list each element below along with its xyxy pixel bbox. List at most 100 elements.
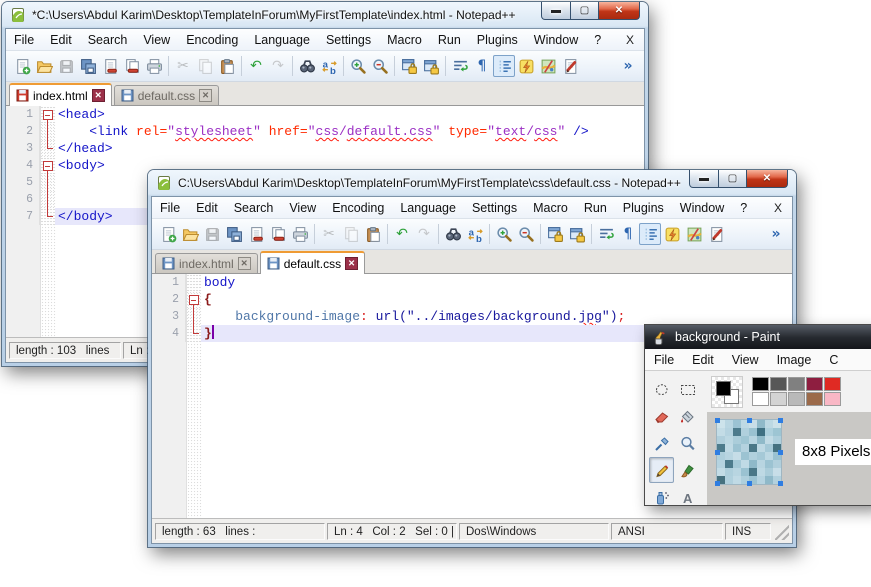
brush-tool[interactable] — [675, 457, 700, 483]
menu-item-run[interactable]: Run — [430, 31, 469, 49]
color-swatch[interactable] — [824, 377, 841, 391]
word-wrap-icon[interactable] — [595, 223, 617, 245]
menu-item-image[interactable]: Image — [768, 351, 821, 369]
paste-icon[interactable] — [216, 55, 238, 77]
code-text[interactable]: { — [201, 291, 792, 308]
freeform-select-tool[interactable] — [649, 376, 674, 402]
menu-item-search[interactable]: Search — [226, 199, 282, 217]
menu-item-edit[interactable]: Edit — [42, 31, 80, 49]
selection-handle[interactable] — [747, 418, 752, 423]
tab-close-icon[interactable]: ✕ — [238, 257, 251, 270]
color-swatch[interactable] — [824, 392, 841, 406]
minimize-button[interactable]: ▬ — [541, 2, 571, 20]
cut-icon[interactable]: ✂ — [318, 223, 340, 245]
more-tools-icon[interactable]: » — [765, 223, 787, 245]
rect-select-tool[interactable] — [675, 376, 700, 402]
menu-item-help[interactable]: ? — [586, 31, 609, 49]
color-swatch[interactable] — [752, 377, 769, 391]
minimize-button[interactable]: ▬ — [689, 170, 719, 188]
save-all-icon[interactable] — [223, 223, 245, 245]
menu-item-settings[interactable]: Settings — [464, 199, 525, 217]
code-text[interactable]: background-image: url("../images/backgro… — [201, 308, 792, 325]
document-close-icon[interactable]: X — [774, 201, 782, 215]
save-all-icon[interactable] — [77, 55, 99, 77]
copy-icon[interactable] — [194, 55, 216, 77]
sync-scroll-h-icon[interactable] — [566, 223, 588, 245]
selection-handle[interactable] — [778, 450, 783, 455]
menu-item-edit[interactable]: Edit — [188, 199, 226, 217]
fold-minus-marker[interactable] — [186, 291, 201, 308]
zoom-in-icon[interactable] — [347, 55, 369, 77]
close-all-icon[interactable] — [267, 223, 289, 245]
menu-item-file[interactable]: File — [645, 351, 683, 369]
save-icon[interactable] — [55, 55, 77, 77]
menu-item-language[interactable]: Language — [246, 31, 318, 49]
menu-item-view[interactable]: View — [723, 351, 768, 369]
menu-item-run[interactable]: Run — [576, 199, 615, 217]
menu-item-plugins[interactable]: Plugins — [469, 31, 526, 49]
code-line-3[interactable]: 3 background-image: url("../images/backg… — [152, 308, 792, 325]
doc-map-icon[interactable] — [537, 55, 559, 77]
maximize-button[interactable]: ▢ — [719, 170, 747, 188]
open-file-icon[interactable] — [179, 223, 201, 245]
color-swatch[interactable] — [770, 377, 787, 391]
color-swatch[interactable] — [788, 377, 805, 391]
close-file-icon[interactable] — [245, 223, 267, 245]
print-icon[interactable] — [289, 223, 311, 245]
menu-item-file[interactable]: File — [6, 31, 42, 49]
title-bar[interactable]: C:\Users\Abdul Karim\Desktop\TemplateInF… — [148, 170, 796, 196]
selection-handle[interactable] — [715, 481, 720, 486]
tab-close-icon[interactable]: ✕ — [92, 89, 105, 102]
zoom-out-icon[interactable] — [515, 223, 537, 245]
eraser-tool[interactable] — [649, 403, 674, 429]
airbrush-tool[interactable] — [649, 484, 674, 510]
menu-item-encoding[interactable]: Encoding — [178, 31, 246, 49]
menu-item-search[interactable]: Search — [80, 31, 136, 49]
selection-handle[interactable] — [747, 481, 752, 486]
macro-record-icon[interactable] — [705, 223, 727, 245]
more-tools-icon[interactable]: » — [617, 55, 639, 77]
selection-handle[interactable] — [778, 481, 783, 486]
color-swatch[interactable] — [770, 392, 787, 406]
fold-minus-marker[interactable] — [40, 157, 55, 174]
tab-default-css[interactable]: default.css✕ — [260, 251, 365, 274]
code-text[interactable]: <head> — [55, 106, 644, 123]
function-list-icon[interactable] — [661, 223, 683, 245]
menu-item-window[interactable]: Window — [526, 31, 586, 49]
tab-default-css[interactable]: default.css✕ — [114, 85, 219, 105]
magnifier-tool[interactable] — [675, 430, 700, 456]
doc-map-icon[interactable] — [683, 223, 705, 245]
code-line-1[interactable]: 1body — [152, 274, 792, 291]
zoom-in-icon[interactable] — [493, 223, 515, 245]
replace-icon[interactable]: ab — [464, 223, 486, 245]
new-file-icon[interactable] — [11, 55, 33, 77]
color-picker-tool[interactable] — [649, 430, 674, 456]
code-text[interactable]: </head> — [55, 140, 644, 157]
indent-guide-icon[interactable] — [493, 55, 515, 77]
fill-bucket-tool[interactable] — [675, 403, 700, 429]
menu-item-language[interactable]: Language — [392, 199, 464, 217]
sync-scroll-v-icon[interactable] — [544, 223, 566, 245]
menu-item-view[interactable]: View — [135, 31, 178, 49]
color-swatch[interactable] — [752, 392, 769, 406]
maximize-button[interactable]: ▢ — [571, 2, 599, 20]
undo-icon[interactable]: ↶ — [245, 55, 267, 77]
close-button[interactable]: ✕ — [747, 170, 788, 188]
menu-item-plugins[interactable]: Plugins — [615, 199, 672, 217]
print-icon[interactable] — [143, 55, 165, 77]
menu-item-window[interactable]: Window — [672, 199, 732, 217]
fold-minus-marker[interactable] — [40, 106, 55, 123]
open-file-icon[interactable] — [33, 55, 55, 77]
text-tool[interactable]: A — [675, 484, 700, 510]
selection-handle[interactable] — [715, 450, 720, 455]
redo-icon[interactable]: ↷ — [267, 55, 289, 77]
find-icon[interactable] — [442, 223, 464, 245]
code-line-3[interactable]: 3</head> — [6, 140, 644, 157]
code-text[interactable]: body — [201, 274, 792, 291]
copy-icon[interactable] — [340, 223, 362, 245]
show-all-chars-icon[interactable]: ¶ — [617, 223, 639, 245]
zoom-out-icon[interactable] — [369, 55, 391, 77]
color-swatch[interactable] — [788, 392, 805, 406]
menu-item-c[interactable]: C — [820, 351, 847, 369]
replace-icon[interactable]: ab — [318, 55, 340, 77]
